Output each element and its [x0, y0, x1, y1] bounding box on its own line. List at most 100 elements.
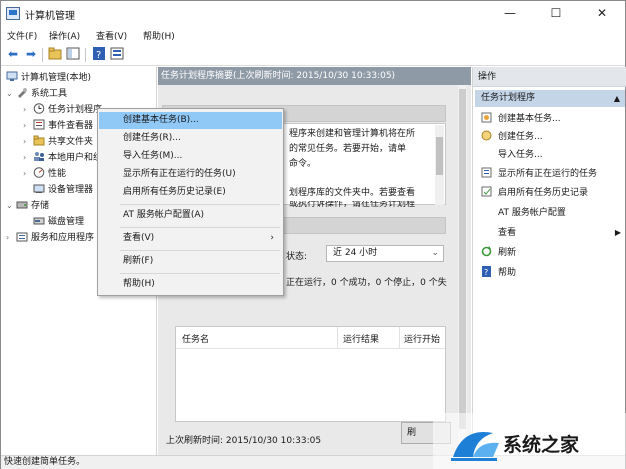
menu-file[interactable]: 文件(F)	[7, 29, 37, 42]
action-label: 刷新	[498, 248, 517, 258]
menu-help[interactable]: 帮助(H)	[143, 29, 175, 42]
minimize-button[interactable]: —	[487, 1, 533, 27]
ctx-create-task[interactable]: 创建任务(R)...	[99, 130, 282, 147]
watermark-text: 系统之家	[503, 434, 580, 456]
tree-label: 存储	[31, 201, 50, 211]
action-show-running-tasks[interactable]: 显示所有正在运行的任务	[481, 165, 597, 183]
ctx-separator	[120, 204, 280, 205]
time-range-value: 近 24 小时	[333, 248, 378, 258]
computer-management-icon	[6, 7, 20, 20]
ctx-help[interactable]: 帮助(H)	[99, 276, 282, 293]
clock-icon	[33, 103, 45, 114]
title-bar: 计算机管理 — ☐ ✕	[1, 1, 625, 27]
ctx-import-task[interactable]: 导入任务(M)...	[99, 148, 282, 165]
tree-item-services-apps[interactable]: › 服务和应用程序	[6, 230, 94, 246]
ctx-view-label: 查看(V)	[123, 233, 155, 243]
tree-item-task-scheduler[interactable]: › 任务计划程序	[23, 102, 102, 118]
center-scrollbar-thumb[interactable]	[459, 89, 466, 429]
column-run-result[interactable]: 运行结果	[343, 332, 379, 345]
tree-item-shared-folders[interactable]: › 共享文件夹	[23, 134, 93, 150]
action-at-service-account[interactable]: AT 服务帐户配置	[481, 204, 566, 222]
actions-title: 操作	[473, 67, 626, 87]
tree-item-storage[interactable]: ⌄ 存储	[6, 198, 49, 214]
running-tasks-icon	[481, 167, 492, 178]
collapse-icon[interactable]: ▲	[614, 90, 620, 107]
close-button[interactable]: ✕	[579, 1, 625, 27]
column-task-name[interactable]: 任务名	[182, 332, 209, 345]
action-refresh[interactable]: 刷新	[481, 244, 516, 262]
ctx-refresh[interactable]: 刷新(F)	[99, 253, 282, 270]
ctx-at-service-account[interactable]: AT 服务帐户配置(A)	[99, 207, 282, 224]
help-icon[interactable]: ?	[91, 47, 107, 63]
chevron-right-icon[interactable]: ›	[23, 118, 33, 134]
action-label: AT 服务帐户配置	[498, 208, 566, 218]
center-scrollbar[interactable]	[458, 85, 467, 455]
overview-line-3: 命令。	[289, 159, 317, 169]
ctx-show-running-tasks[interactable]: 显示所有正在运行的任务(U)	[99, 166, 282, 183]
back-icon[interactable]: ⬅	[5, 47, 21, 63]
last-refresh-text: 上次刷新时间: 2015/10/30 10:33:05	[166, 436, 322, 446]
svg-text:?: ?	[484, 268, 488, 277]
action-label: 显示所有正在运行的任务	[498, 169, 598, 179]
task-table: 任务名 运行结果 运行开始	[175, 326, 446, 422]
task-table-header: 任务名 运行结果 运行开始	[176, 327, 445, 349]
action-label: 导入任务...	[498, 150, 543, 160]
blank-icon	[481, 148, 492, 159]
overview-line-1: 程序来创建和管理计算机将在所	[289, 129, 416, 139]
show-hide-tree-icon[interactable]	[65, 47, 81, 63]
chevron-right-icon[interactable]: ›	[23, 134, 33, 150]
window-title: 计算机管理	[25, 11, 75, 22]
tree-label: 计算机管理(本地)	[21, 73, 92, 83]
chevron-right-icon[interactable]: ›	[23, 150, 33, 166]
chevron-down-icon[interactable]: ⌄	[6, 198, 16, 214]
action-help[interactable]: ? 帮助	[481, 264, 516, 282]
svg-text:?: ?	[96, 50, 101, 60]
time-range-select[interactable]: 近 24 小时 ⌄	[326, 245, 444, 262]
menu-action[interactable]: 操作(A)	[49, 29, 80, 42]
create-task-icon	[481, 130, 492, 141]
status-label: 状态:	[286, 252, 308, 262]
watermark: 系统之家	[433, 413, 626, 469]
action-enable-history[interactable]: 启用所有任务历史记录	[481, 184, 588, 202]
action-create-task[interactable]: 创建任务...	[481, 128, 543, 146]
chevron-down-icon[interactable]: ⌄	[6, 86, 16, 102]
task-summary-text: 正在运行，0 个成功，0 个停止，0 个失	[286, 278, 447, 288]
tree-item-root[interactable]: 计算机管理(本地)	[6, 70, 91, 86]
maximize-button[interactable]: ☐	[533, 1, 579, 27]
properties-icon[interactable]	[109, 47, 125, 63]
ctx-create-basic-task[interactable]: 创建基本任务(B)...	[99, 112, 282, 129]
action-create-basic-task[interactable]: 创建基本任务...	[481, 110, 561, 128]
tree-item-local-users[interactable]: › 本地用户和组	[23, 150, 102, 166]
tree-item-system-tools[interactable]: ⌄ 系统工具	[6, 86, 67, 102]
overview-scrollbar[interactable]	[435, 125, 444, 205]
toolbar-separator	[42, 48, 43, 62]
disk-icon	[33, 215, 45, 226]
menu-view[interactable]: 查看(V)	[96, 29, 127, 42]
tree-item-disk-management[interactable]: 磁盘管理	[33, 214, 84, 230]
tree-item-event-viewer[interactable]: › 事件查看器	[23, 118, 93, 134]
refresh-button-label: 刷	[407, 428, 417, 438]
toolbar: ⬅ ➡ ?	[1, 44, 625, 66]
tree-item-performance[interactable]: › 性能	[23, 166, 66, 182]
ctx-enable-history[interactable]: 启用所有任务历史记录(E)	[99, 184, 282, 201]
ctx-view[interactable]: 查看(V) ›	[99, 230, 282, 247]
computer-management-window: 计算机管理 — ☐ ✕ 文件(F) 操作(A) 查看(V) 帮助(H) ⬅ ➡ …	[0, 0, 626, 469]
action-import-task[interactable]: 导入任务...	[481, 146, 543, 164]
tools-icon	[16, 87, 28, 98]
up-folder-icon[interactable]	[47, 47, 63, 63]
chevron-right-icon[interactable]: ›	[23, 166, 33, 182]
submenu-arrow-icon: ›	[270, 233, 274, 243]
tree-item-device-manager[interactable]: 设备管理器	[33, 182, 93, 198]
column-run-start[interactable]: 运行开始	[404, 332, 440, 345]
storage-icon	[16, 199, 28, 210]
users-icon	[33, 151, 45, 162]
chevron-right-icon[interactable]: ›	[6, 230, 16, 246]
action-view[interactable]: 查看 ▶	[481, 224, 621, 242]
forward-icon[interactable]: ➡	[23, 47, 39, 63]
actions-section-task-scheduler[interactable]: 任务计划程序 ▲	[475, 90, 625, 107]
chevron-right-icon[interactable]: ›	[23, 102, 33, 118]
performance-icon	[33, 167, 45, 178]
overview-scrollbar-thumb[interactable]	[436, 137, 443, 175]
ctx-separator	[120, 227, 280, 228]
tree-label: 共享文件夹	[48, 137, 94, 147]
